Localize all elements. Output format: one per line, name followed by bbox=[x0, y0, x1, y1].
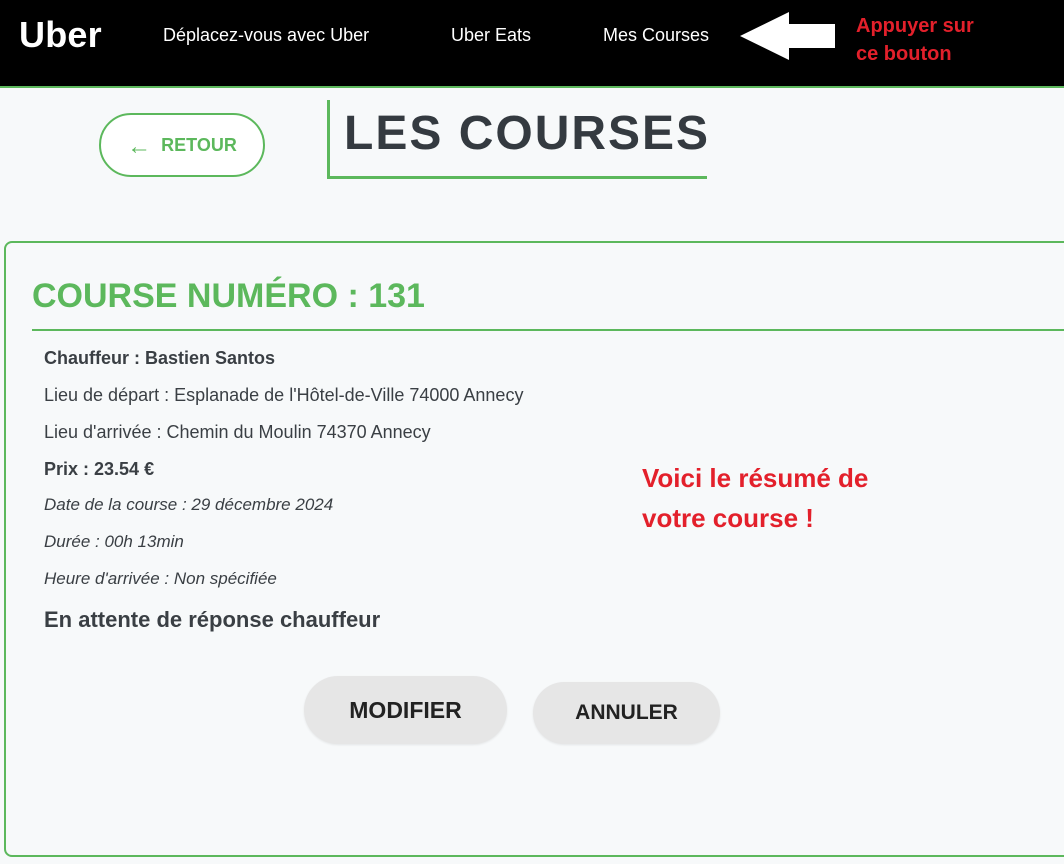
nav-link-deplacez-vous[interactable]: Déplacez-vous avec Uber bbox=[163, 25, 369, 46]
page-title-frame: LES COURSES bbox=[327, 100, 711, 179]
course-card: COURSE NUMÉRO : 131 Chauffeur : Bastien … bbox=[4, 241, 1064, 857]
annotation-card-line1: Voici le résumé de bbox=[642, 463, 869, 493]
annotation-top-line1: Appuyer sur bbox=[856, 15, 974, 37]
card-divider bbox=[32, 329, 1064, 331]
course-number-title: COURSE NUMÉRO : 131 bbox=[32, 277, 425, 315]
driver-name: Chauffeur : Bastien Santos bbox=[44, 348, 276, 368]
nav-link-uber-eats[interactable]: Uber Eats bbox=[451, 25, 531, 46]
annotation-top-line2: ce bouton bbox=[856, 43, 952, 65]
annotation-summary: Voici le résumé de votre course ! bbox=[642, 458, 962, 538]
annotation-card-line2: votre course ! bbox=[642, 503, 814, 533]
departure-location: Lieu de départ : Esplanade de l'Hôtel-de… bbox=[44, 385, 524, 405]
arrival-time: Heure d'arrivée : Non spécifiée bbox=[44, 569, 277, 588]
back-button-label: RETOUR bbox=[161, 134, 237, 155]
course-price: Prix : 23.54 € bbox=[44, 459, 155, 479]
uber-logo[interactable]: Uber bbox=[19, 14, 102, 56]
page-title: LES COURSES bbox=[344, 107, 711, 160]
annotation-press-button: Appuyer sur ce bouton bbox=[856, 12, 1056, 68]
back-button[interactable]: ← RETOUR bbox=[99, 113, 265, 177]
nav-link-mes-courses[interactable]: Mes Courses bbox=[603, 25, 709, 46]
course-duration: Durée : 00h 13min bbox=[44, 532, 184, 551]
top-navbar: Uber Déplacez-vous avec Uber Uber Eats M… bbox=[0, 0, 1064, 88]
cancel-button[interactable]: ANNULER bbox=[533, 682, 720, 744]
modify-button[interactable]: MODIFIER bbox=[304, 676, 507, 744]
course-status: En attente de réponse chauffeur bbox=[44, 607, 381, 632]
arrival-location: Lieu d'arrivée : Chemin du Moulin 74370 … bbox=[44, 422, 431, 442]
arrow-left-icon: ← bbox=[127, 132, 152, 160]
course-date: Date de la course : 29 décembre 2024 bbox=[44, 495, 334, 514]
annotation-arrow-left-icon bbox=[740, 12, 835, 60]
